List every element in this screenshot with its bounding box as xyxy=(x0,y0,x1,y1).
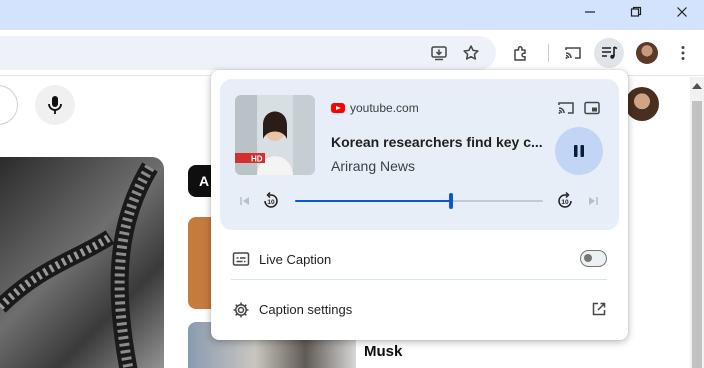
media-progress-thumb[interactable] xyxy=(449,193,454,209)
more-menu-icon[interactable] xyxy=(668,38,698,68)
live-caption-label: Live Caption xyxy=(259,252,332,267)
caption-settings-label: Caption settings xyxy=(259,302,353,317)
scroll-up-arrow[interactable] xyxy=(692,83,702,89)
minimize-icon[interactable] xyxy=(570,0,610,24)
pause-icon xyxy=(574,145,584,157)
search-button[interactable] xyxy=(0,85,18,125)
account-avatar[interactable] xyxy=(625,87,659,121)
media-controls-icon[interactable] xyxy=(594,38,624,68)
close-icon[interactable] xyxy=(662,0,702,24)
youtube-logo-icon xyxy=(331,103,345,113)
media-controls-popup: HD youtube.com Korean researchers find k… xyxy=(211,70,628,340)
media-title: Korean researchers find key c... xyxy=(331,134,543,150)
caption-settings-row[interactable]: Caption settings xyxy=(211,299,628,321)
restore-icon[interactable] xyxy=(616,0,656,24)
title-bar xyxy=(0,0,704,30)
seek-forward-10-icon[interactable]: 10 xyxy=(555,191,575,211)
media-artist: Arirang News xyxy=(331,158,416,174)
live-caption-row[interactable]: Live Caption xyxy=(211,248,628,270)
open-external-icon[interactable] xyxy=(591,301,607,317)
video-thumbnail-main[interactable] xyxy=(0,157,164,368)
previous-track-icon[interactable] xyxy=(235,191,255,211)
artwork-badge: HD xyxy=(251,155,263,164)
scrollbar-thumb[interactable] xyxy=(692,101,702,368)
live-caption-toggle[interactable] xyxy=(580,250,607,267)
toolbar-separator xyxy=(548,44,549,62)
svg-text:10: 10 xyxy=(561,199,569,206)
pause-button[interactable] xyxy=(555,127,603,175)
install-app-icon[interactable] xyxy=(424,38,454,68)
media-artwork: HD xyxy=(235,95,315,175)
cast-icon[interactable] xyxy=(558,38,588,68)
video-title[interactable]: Musk xyxy=(364,343,402,360)
gear-icon xyxy=(232,301,250,319)
svg-text:10: 10 xyxy=(267,199,275,206)
closed-caption-icon xyxy=(232,251,250,267)
media-item-card: HD youtube.com Korean researchers find k… xyxy=(220,79,619,230)
bookmark-star-icon[interactable] xyxy=(456,38,486,68)
divider xyxy=(231,279,607,280)
source-label: youtube.com xyxy=(350,101,419,115)
media-source: youtube.com xyxy=(331,101,419,115)
address-bar[interactable] xyxy=(0,36,496,70)
microphone-icon[interactable] xyxy=(35,85,75,125)
profile-avatar[interactable] xyxy=(632,38,662,68)
media-progress-track[interactable] xyxy=(295,193,543,209)
extensions-icon[interactable] xyxy=(506,38,536,68)
seek-backward-10-icon[interactable]: 10 xyxy=(261,191,281,211)
next-track-icon[interactable] xyxy=(583,191,603,211)
picture-in-picture-icon[interactable] xyxy=(581,97,603,119)
media-progress-fill xyxy=(295,200,452,202)
cast-icon[interactable] xyxy=(555,97,577,119)
toggle-knob xyxy=(584,254,592,262)
